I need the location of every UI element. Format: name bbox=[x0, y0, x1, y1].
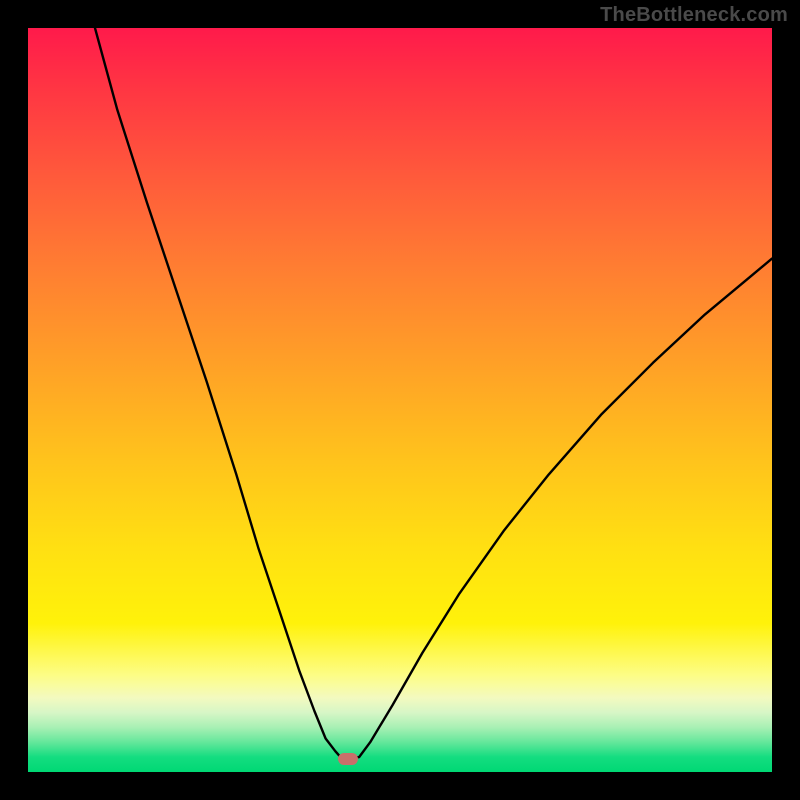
bottleneck-curve bbox=[28, 28, 772, 772]
optimal-point-marker bbox=[338, 753, 358, 765]
watermark-text: TheBottleneck.com bbox=[600, 4, 788, 27]
chart-frame: TheBottleneck.com bbox=[0, 0, 800, 800]
plot-area bbox=[28, 28, 772, 772]
curve-path bbox=[95, 28, 772, 759]
